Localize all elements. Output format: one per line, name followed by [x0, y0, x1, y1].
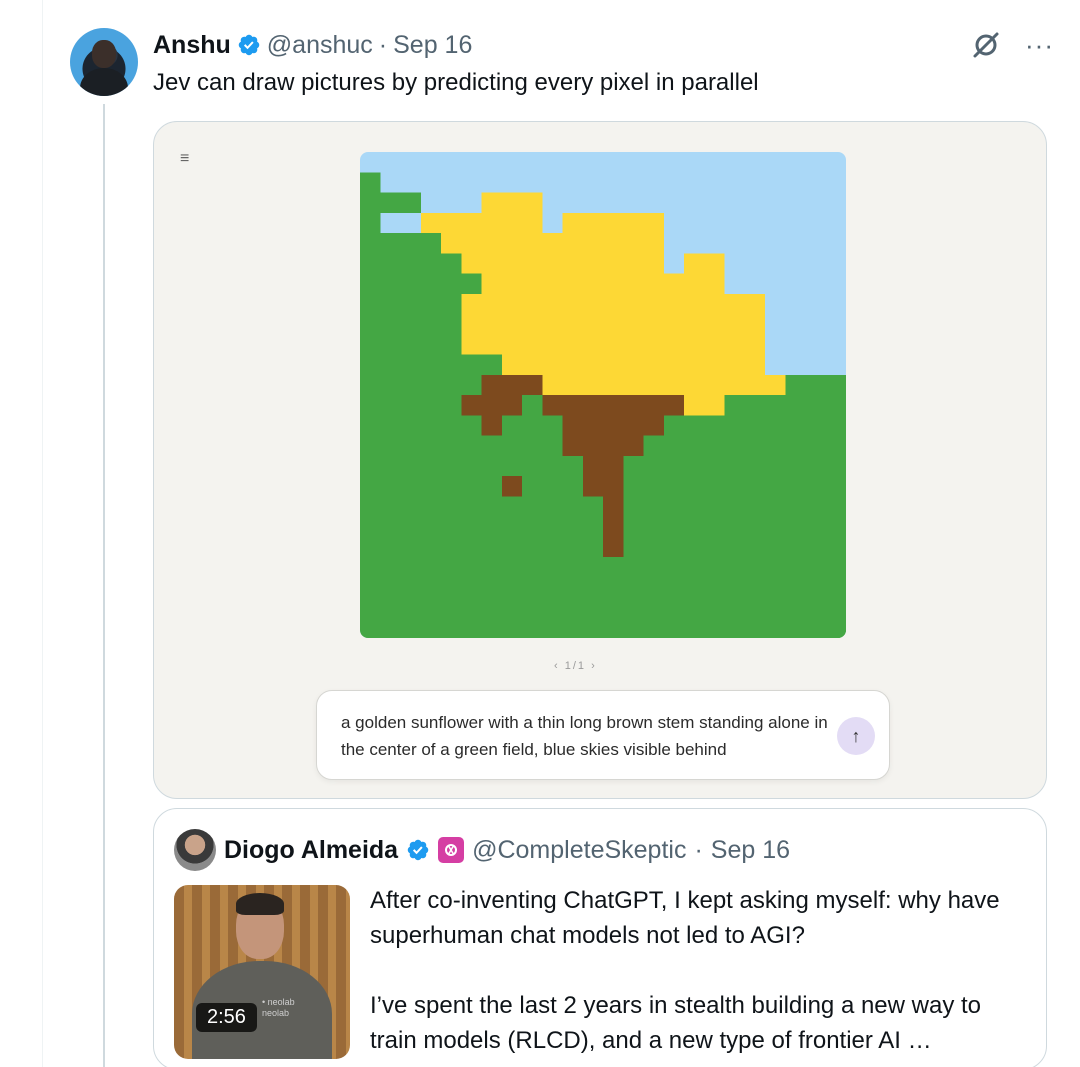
menu-icon[interactable]: ≡ — [180, 150, 189, 168]
author-name[interactable]: Anshu — [153, 31, 231, 60]
generated-pixel-image — [360, 152, 846, 638]
arrow-up-icon: ↑ — [851, 725, 861, 746]
tweet-date[interactable]: Sep 16 — [393, 31, 472, 60]
quoted-tweet[interactable]: Diogo Almeida @CompleteSkeptic · Sep 16 … — [153, 808, 1047, 1067]
quote-text: After co-inventing ChatGPT, I kept askin… — [370, 887, 1000, 1054]
video-thumbnail[interactable]: • neolab neolab 2:56 — [174, 885, 350, 1059]
prompt-text: a golden sunflower with a thin long brow… — [341, 713, 828, 759]
verified-badge-icon — [238, 34, 260, 56]
avatar[interactable] — [70, 28, 138, 96]
tweet-text: Jev can draw pictures by predicting ever… — [153, 69, 759, 96]
affiliate-badge-icon[interactable] — [438, 837, 465, 863]
quote-author-handle[interactable]: @CompleteSkeptic — [472, 836, 686, 865]
quote-date[interactable]: Sep 16 — [711, 836, 790, 865]
image-pager[interactable]: ‹ 1/1 › — [554, 660, 597, 672]
quote-author-name[interactable]: Diogo Almeida — [224, 836, 398, 865]
prompt-input[interactable]: a golden sunflower with a thin long brow… — [316, 690, 890, 780]
send-button[interactable]: ↑ — [837, 717, 875, 755]
separator-dot: · — [378, 30, 388, 59]
media-card[interactable]: ≡ ‹ 1/1 › a golden sunflower with a thin… — [153, 121, 1047, 799]
tweet-header: Anshu @anshuc · Sep 16 — [153, 28, 472, 62]
verified-badge-icon — [407, 839, 429, 861]
thread-line — [103, 104, 105, 1067]
separator-dot: · — [694, 835, 703, 864]
quote-avatar[interactable] — [174, 829, 216, 871]
video-duration: 2:56 — [196, 1003, 257, 1032]
shirt-text: • neolab neolab — [262, 997, 295, 1018]
tweet-actions-top: ··· — [971, 28, 1054, 62]
grok-icon[interactable] — [971, 30, 1001, 60]
more-icon[interactable]: ··· — [1025, 32, 1054, 58]
timeline-border — [42, 0, 43, 1067]
quote-header: Diogo Almeida @CompleteSkeptic · Sep 16 — [224, 833, 790, 867]
author-handle[interactable]: @anshuc — [267, 31, 373, 60]
